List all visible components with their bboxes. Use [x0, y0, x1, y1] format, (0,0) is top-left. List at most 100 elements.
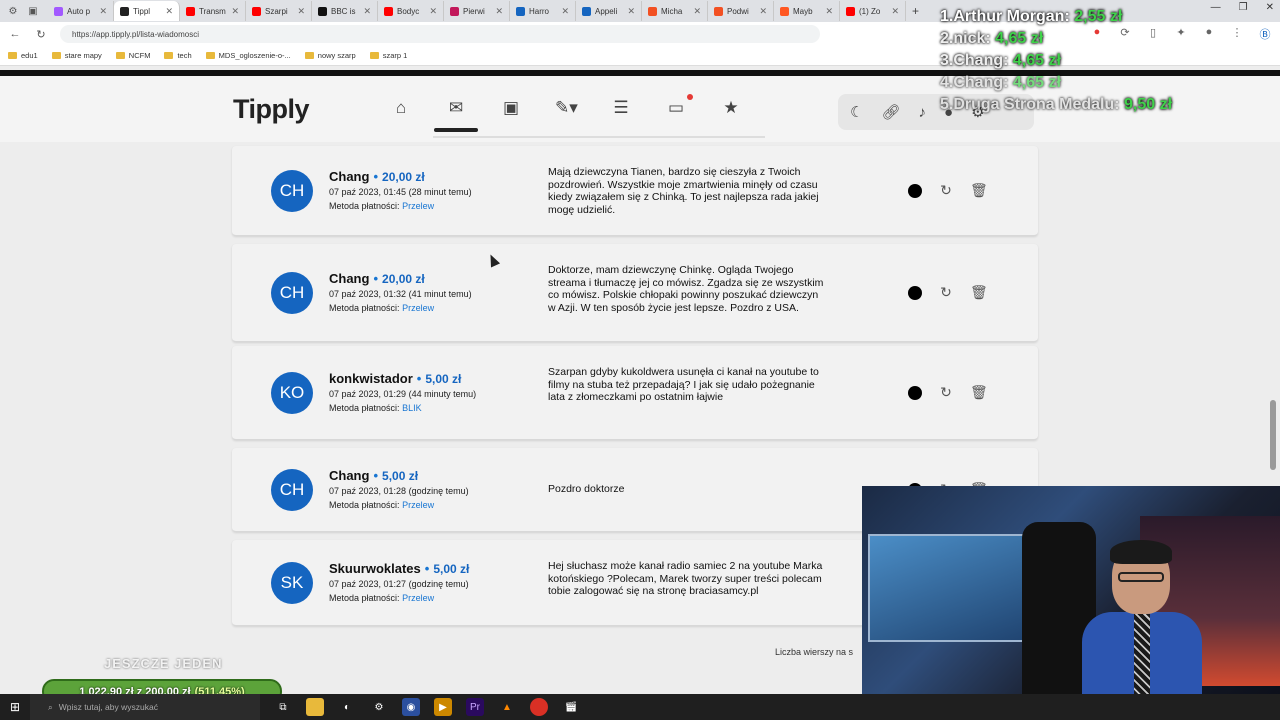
bookmark-item[interactable]: stare mapy: [51, 51, 102, 60]
close-tab-icon[interactable]: ✕: [165, 6, 173, 17]
close-tab-icon[interactable]: ✕: [759, 6, 767, 17]
puzzle-icon[interactable]: ✦: [1174, 26, 1188, 42]
browser-tab[interactable]: Podwi ✕: [708, 1, 774, 21]
tab-label: Bodyc: [397, 6, 420, 16]
ranking-name: 3.Chang:: [940, 52, 1009, 69]
close-tab-icon[interactable]: ✕: [825, 6, 833, 17]
browser-tab[interactable]: Szarpi ✕: [246, 1, 312, 21]
tipply-logo[interactable]: Tipply: [233, 94, 310, 125]
tab-label: Transm: [199, 6, 226, 16]
file-explorer-icon[interactable]: [306, 698, 324, 716]
edit-icon[interactable]: ✎▾: [555, 98, 578, 118]
status-dot-icon[interactable]: [908, 385, 922, 400]
moon-icon[interactable]: ☾: [850, 103, 863, 121]
status-dot-icon[interactable]: [908, 285, 922, 300]
wallet-icon[interactable]: ▣: [500, 98, 522, 118]
tab-list: Auto p ✕ Tippl ✕ Transm ✕ Szarpi ✕ BBC is ✕ Bodyc ✕…: [48, 1, 906, 21]
close-tab-icon[interactable]: ✕: [495, 6, 503, 17]
donation-amount: 5,00 zł: [433, 562, 470, 576]
browser-tab[interactable]: Mayb ✕: [774, 1, 840, 21]
taskbar-search[interactable]: ⌕ Wpisz tutaj, aby wyszukać: [30, 694, 260, 720]
close-tab-icon[interactable]: ✕: [693, 6, 701, 17]
maximize-icon[interactable]: ❐: [1239, 2, 1248, 13]
bookmark-item[interactable]: edu1: [8, 51, 38, 60]
task-view-icon[interactable]: ⧉: [274, 698, 292, 716]
vlc-icon[interactable]: ▲: [498, 698, 516, 716]
chrome-icon[interactable]: [530, 698, 548, 716]
bookmark-item[interactable]: NCFM: [115, 51, 150, 60]
browser-tab[interactable]: Appeli ✕: [576, 1, 642, 21]
minimize-icon[interactable]: —: [1211, 2, 1221, 13]
donor-name-row: Chang • 20,00 zł: [329, 271, 425, 286]
trash-icon[interactable]: 🗑︎: [970, 384, 988, 401]
browser-tab[interactable]: Bodyc ✕: [378, 1, 444, 21]
replay-icon[interactable]: ↻: [938, 384, 954, 401]
replay-icon[interactable]: ↻: [938, 182, 954, 199]
new-tab-icon[interactable]: +: [912, 4, 919, 18]
premiere-icon[interactable]: Pr: [466, 698, 484, 716]
browser-tab[interactable]: Harro ✕: [510, 1, 576, 21]
tab-label: (1) Zo: [859, 6, 881, 16]
close-tab-icon[interactable]: ✕: [297, 6, 305, 17]
reload-icon[interactable]: ↻: [34, 28, 48, 41]
bookmark-item[interactable]: tech: [164, 51, 192, 60]
payment-method-label: Metoda płatności:: [329, 403, 400, 413]
home-icon[interactable]: ⌂: [390, 98, 412, 118]
browser-tab[interactable]: Auto p ✕: [48, 1, 114, 21]
tab-label: Mayb: [793, 6, 813, 16]
start-icon[interactable]: ⊞: [0, 700, 30, 714]
clapper-icon[interactable]: 🎬︎: [562, 698, 580, 716]
app-icon[interactable]: ▶: [434, 698, 452, 716]
inbox-icon[interactable]: ✉: [434, 98, 478, 132]
bing-icon[interactable]: Ⓑ: [1258, 26, 1272, 42]
page-scrollbar[interactable]: [1270, 400, 1276, 470]
close-tab-icon[interactable]: ✕: [561, 6, 569, 17]
window-icon[interactable]: ▭: [665, 94, 693, 118]
close-tab-icon[interactable]: ✕: [231, 6, 239, 17]
browser-tab[interactable]: Pierwi ✕: [444, 1, 510, 21]
more-menu-icon[interactable]: ⋮: [1230, 26, 1244, 42]
donor-avatar: SK: [271, 562, 313, 604]
bookmark-item[interactable]: szarp 1: [369, 51, 407, 60]
windows-taskbar: ⊞ ⌕ Wpisz tutaj, aby wyszukać ⧉ ◐ ⚙ ◉ ▶ …: [0, 694, 1280, 720]
app-icon[interactable]: ⚙: [370, 698, 388, 716]
close-tab-icon[interactable]: ✕: [363, 6, 371, 17]
bell-icon[interactable]: ♪: [919, 104, 927, 121]
browser-menu-icon[interactable]: ⚙: [6, 6, 20, 17]
browser-tab[interactable]: Transm ✕: [180, 1, 246, 21]
payment-method-row: Metoda płatności: Przelew: [329, 303, 434, 313]
close-tab-icon[interactable]: ✕: [627, 6, 635, 17]
app-icon[interactable]: ◐: [338, 698, 356, 716]
browser-tab[interactable]: Tippl ✕: [114, 1, 180, 21]
ranking-entry: 2.nick: 4,65 zł: [940, 28, 1172, 50]
profile-icon[interactable]: ●: [1202, 26, 1216, 42]
donation-amount: 5,00 zł: [382, 469, 419, 483]
star-icon[interactable]: ★: [720, 98, 742, 118]
trash-icon[interactable]: 🗑︎: [970, 284, 988, 301]
url-field[interactable]: https://app.tipply.pl/lista-wiadomosci: [60, 25, 820, 43]
status-dot-icon[interactable]: [908, 183, 922, 198]
donor-name: Chang: [329, 169, 370, 184]
tab-switcher-icon[interactable]: ▣: [26, 6, 40, 17]
trash-icon[interactable]: 🗑︎: [970, 182, 988, 199]
bookmark-item[interactable]: nowy szarp: [304, 51, 356, 60]
browser-tab[interactable]: BBC is ✕: [312, 1, 378, 21]
replay-icon[interactable]: ↻: [938, 284, 954, 301]
browser-tab[interactable]: (1) Zo ✕: [840, 1, 906, 21]
tab-label: Podwi: [727, 6, 749, 16]
ranking-name: 1.Arthur Morgan:: [940, 8, 1070, 25]
close-window-icon[interactable]: ✕: [1266, 2, 1274, 13]
close-tab-icon[interactable]: ✕: [429, 6, 437, 17]
tab-label: Pierwi: [463, 6, 485, 16]
close-tab-icon[interactable]: ✕: [99, 6, 107, 17]
back-icon[interactable]: ←: [8, 28, 22, 40]
close-tab-icon[interactable]: ✕: [891, 6, 899, 17]
folder-icon: [8, 52, 17, 59]
link-icon[interactable]: 🔗︎: [881, 103, 900, 121]
tab-favicon-icon: [384, 6, 393, 16]
app-icon[interactable]: ◉: [402, 698, 420, 716]
message-card: CH Chang • 20,00 zł 07 paź 2023, 01:45 (28…: [232, 146, 1038, 236]
list-icon[interactable]: ☰: [610, 98, 632, 118]
bookmark-item[interactable]: MDS_ogloszenie-o-...: [205, 51, 291, 60]
browser-tab[interactable]: Micha ✕: [642, 1, 708, 21]
